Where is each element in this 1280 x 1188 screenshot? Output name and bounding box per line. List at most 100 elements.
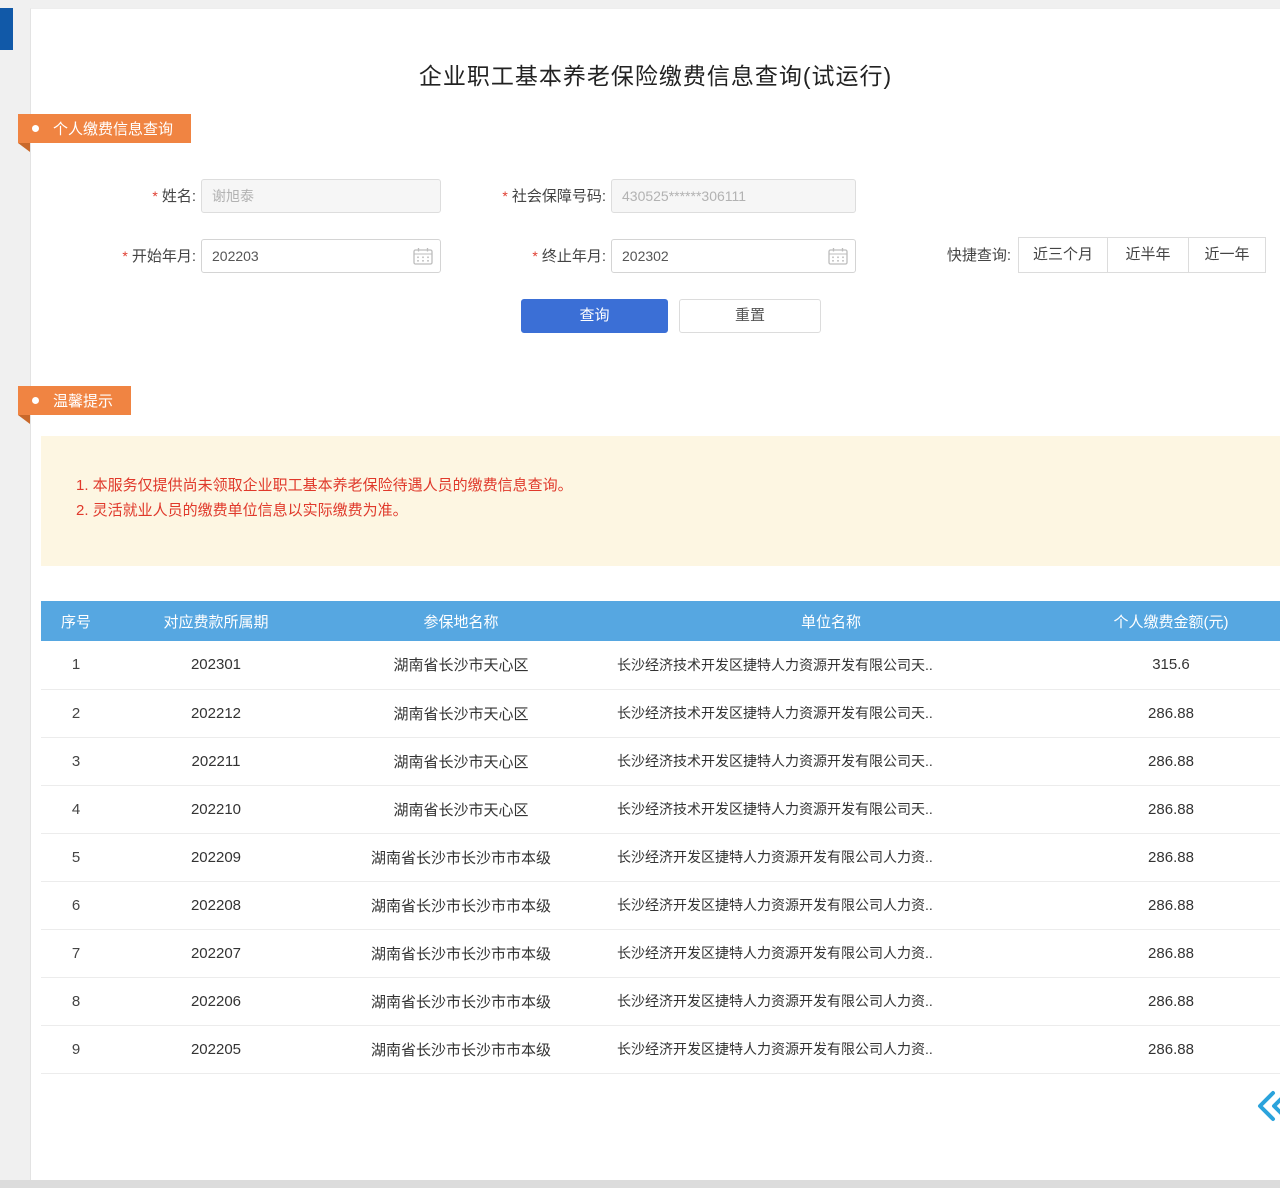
bullet-dot-icon <box>32 397 39 404</box>
table-row: 6 202208 湖南省长沙市长沙市市本级 长沙经济开发区捷特人力资源开发有限公… <box>41 881 1280 929</box>
start-date-input[interactable] <box>201 239 441 273</box>
bullet-dot-icon <box>32 125 39 132</box>
required-asterisk: * <box>502 188 507 204</box>
calendar-icon[interactable] <box>828 247 848 265</box>
cell-seq: 7 <box>41 929 111 977</box>
cell-seq: 6 <box>41 881 111 929</box>
cell-employer: 长沙经济开发区捷特人力资源开发有限公司人力资.. <box>601 929 1061 977</box>
name-input[interactable] <box>201 179 441 213</box>
cell-place: 湖南省长沙市天心区 <box>321 737 601 785</box>
end-date-wrap <box>611 239 856 273</box>
section-badge-label: 个人缴费信息查询 <box>53 118 173 139</box>
required-asterisk: * <box>532 248 537 264</box>
cell-place: 湖南省长沙市长沙市市本级 <box>321 1025 601 1073</box>
col-header-period: 对应费款所属期 <box>111 601 321 641</box>
cell-period: 202208 <box>111 881 321 929</box>
end-date-label: *终止年月: <box>431 246 606 267</box>
page-title: 企业职工基本养老保险缴费信息查询(试运行) <box>31 57 1280 91</box>
section-badge-warm-tips: 温馨提示 <box>18 386 131 415</box>
cell-amount: 286.88 <box>1061 689 1280 737</box>
cell-seq: 4 <box>41 785 111 833</box>
cell-period: 202211 <box>111 737 321 785</box>
cell-place: 湖南省长沙市天心区 <box>321 641 601 689</box>
quick-halfyear-button[interactable]: 近半年 <box>1107 237 1189 273</box>
required-asterisk: * <box>152 188 157 204</box>
col-header-seq: 序号 <box>41 601 111 641</box>
table-row: 1 202301 湖南省长沙市天心区 长沙经济技术开发区捷特人力资源开发有限公司… <box>41 641 1280 689</box>
col-header-place: 参保地名称 <box>321 601 601 641</box>
cell-place: 湖南省长沙市长沙市市本级 <box>321 833 601 881</box>
cell-amount: 286.88 <box>1061 977 1280 1025</box>
table-row: 2 202212 湖南省长沙市天心区 长沙经济技术开发区捷特人力资源开发有限公司… <box>41 689 1280 737</box>
ssn-input[interactable] <box>611 179 856 213</box>
quick-query-label: 快捷查询: <box>911 246 1011 266</box>
section-badge-personal-payment-query: 个人缴费信息查询 <box>18 114 191 143</box>
left-blue-tab <box>0 8 13 50</box>
col-header-amount: 个人缴费金额(元) <box>1061 601 1280 641</box>
table-row: 5 202209 湖南省长沙市长沙市市本级 长沙经济开发区捷特人力资源开发有限公… <box>41 833 1280 881</box>
calendar-icon[interactable] <box>413 247 433 265</box>
tips-line-1: 1. 本服务仅提供尚未领取企业职工基本养老保险待遇人员的缴费信息查询。 <box>76 473 1261 498</box>
reset-button[interactable]: 重置 <box>679 299 821 333</box>
cell-employer: 长沙经济技术开发区捷特人力资源开发有限公司天.. <box>601 785 1061 833</box>
cell-employer: 长沙经济开发区捷特人力资源开发有限公司人力资.. <box>601 977 1061 1025</box>
cell-seq: 5 <box>41 833 111 881</box>
cell-period: 202206 <box>111 977 321 1025</box>
tips-notice-box: 1. 本服务仅提供尚未领取企业职工基本养老保险待遇人员的缴费信息查询。 2. 灵… <box>41 436 1280 566</box>
cell-employer: 长沙经济技术开发区捷特人力资源开发有限公司天.. <box>601 737 1061 785</box>
cell-period: 202210 <box>111 785 321 833</box>
end-date-input[interactable] <box>611 239 856 273</box>
quick-query-group: 近三个月 近半年 近一年 <box>1019 237 1266 273</box>
cell-seq: 2 <box>41 689 111 737</box>
cell-employer: 长沙经济技术开发区捷特人力资源开发有限公司天.. <box>601 641 1061 689</box>
start-date-wrap <box>201 239 441 273</box>
cell-place: 湖南省长沙市天心区 <box>321 785 601 833</box>
cell-amount: 286.88 <box>1061 737 1280 785</box>
cell-period: 202207 <box>111 929 321 977</box>
cell-period: 202301 <box>111 641 321 689</box>
cell-period: 202209 <box>111 833 321 881</box>
cell-seq: 8 <box>41 977 111 1025</box>
required-asterisk: * <box>122 248 127 264</box>
name-label: *姓名: <box>71 186 196 207</box>
cell-employer: 长沙经济开发区捷特人力资源开发有限公司人力资.. <box>601 833 1061 881</box>
quick-3months-button[interactable]: 近三个月 <box>1018 237 1108 273</box>
cell-employer: 长沙经济开发区捷特人力资源开发有限公司人力资.. <box>601 1025 1061 1073</box>
table-row: 3 202211 湖南省长沙市天心区 长沙经济技术开发区捷特人力资源开发有限公司… <box>41 737 1280 785</box>
name-field-wrap <box>201 179 441 213</box>
table-row: 4 202210 湖南省长沙市天心区 长沙经济技术开发区捷特人力资源开发有限公司… <box>41 785 1280 833</box>
cell-amount: 286.88 <box>1061 929 1280 977</box>
table-header-row: 序号 对应费款所属期 参保地名称 单位名称 个人缴费金额(元) <box>41 601 1280 641</box>
start-date-label: *开始年月: <box>71 246 196 267</box>
tips-line-2: 2. 灵活就业人员的缴费单位信息以实际缴费为准。 <box>76 498 1261 523</box>
cell-seq: 3 <box>41 737 111 785</box>
section-badge-label: 温馨提示 <box>53 390 113 411</box>
cell-amount: 286.88 <box>1061 833 1280 881</box>
cell-place: 湖南省长沙市长沙市市本级 <box>321 881 601 929</box>
cell-period: 202205 <box>111 1025 321 1073</box>
cell-seq: 1 <box>41 641 111 689</box>
ssn-label: *社会保障号码: <box>431 186 606 207</box>
cell-place: 湖南省长沙市长沙市市本级 <box>321 929 601 977</box>
quick-1year-button[interactable]: 近一年 <box>1188 237 1266 273</box>
cell-amount: 286.88 <box>1061 881 1280 929</box>
cell-place: 湖南省长沙市长沙市市本级 <box>321 977 601 1025</box>
cell-amount: 286.88 <box>1061 785 1280 833</box>
cell-period: 202212 <box>111 689 321 737</box>
cell-employer: 长沙经济开发区捷特人力资源开发有限公司人力资.. <box>601 881 1061 929</box>
query-button[interactable]: 查询 <box>521 299 668 333</box>
results-table: 序号 对应费款所属期 参保地名称 单位名称 个人缴费金额(元) 1 202301… <box>41 601 1280 1074</box>
table-row: 8 202206 湖南省长沙市长沙市市本级 长沙经济开发区捷特人力资源开发有限公… <box>41 977 1280 1025</box>
ssn-field-wrap <box>611 179 856 213</box>
col-header-employer: 单位名称 <box>601 601 1061 641</box>
cell-place: 湖南省长沙市天心区 <box>321 689 601 737</box>
table-row: 7 202207 湖南省长沙市长沙市市本级 长沙经济开发区捷特人力资源开发有限公… <box>41 929 1280 977</box>
bottom-divider <box>0 1180 1280 1188</box>
double-chevron-left-icon[interactable] <box>1254 1086 1280 1126</box>
cell-amount: 286.88 <box>1061 1025 1280 1073</box>
cell-amount: 315.6 <box>1061 641 1280 689</box>
cell-employer: 长沙经济技术开发区捷特人力资源开发有限公司天.. <box>601 689 1061 737</box>
main-panel: 企业职工基本养老保险缴费信息查询(试运行) *姓名: *社会保障号码: *开始年… <box>30 8 1280 1180</box>
table-row: 9 202205 湖南省长沙市长沙市市本级 长沙经济开发区捷特人力资源开发有限公… <box>41 1025 1280 1073</box>
cell-seq: 9 <box>41 1025 111 1073</box>
